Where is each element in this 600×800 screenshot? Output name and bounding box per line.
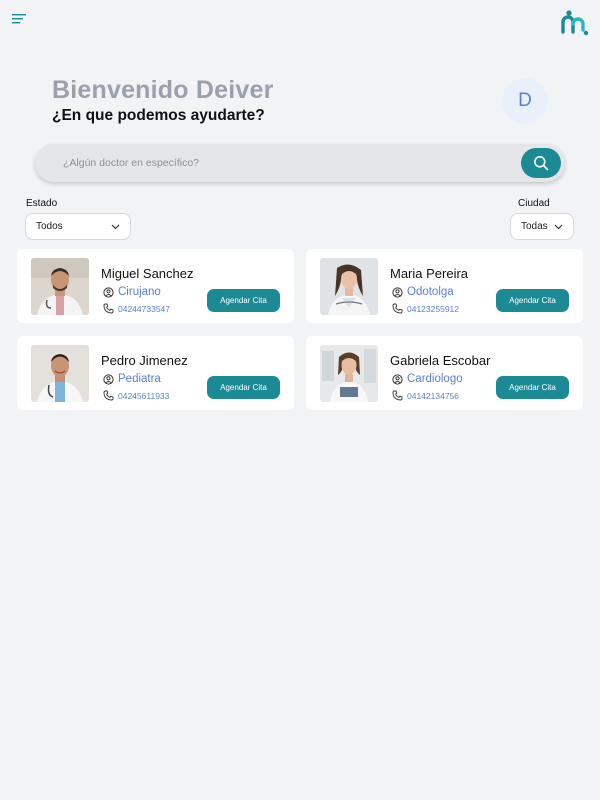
estado-value: Todos (36, 221, 63, 232)
phone-icon (392, 303, 403, 314)
phone-row: 04244733547 (103, 303, 170, 314)
doctor-phone: 04244733547 (118, 303, 171, 314)
doctor-phone: 04142134756 (407, 390, 460, 401)
doctor-specialty: Pediatra (118, 373, 161, 385)
ciudad-value: Todas (521, 221, 548, 232)
agendar-cita-button[interactable]: Agendar Cita (207, 376, 280, 399)
doctor-card[interactable]: Pedro Jimenez Pediatra 04245611933 Agend… (17, 336, 294, 410)
user-circle-icon (392, 373, 403, 385)
doctor-photo (31, 258, 89, 315)
ciudad-label: Ciudad (518, 198, 550, 209)
search-input[interactable] (35, 144, 565, 182)
specialty-row: Cirujano (103, 286, 161, 298)
doctor-photo (320, 345, 378, 402)
welcome-title: Bienvenido Deiver (52, 76, 274, 104)
chevron-down-icon (111, 224, 120, 229)
ciudad-select[interactable]: Todas (510, 213, 574, 240)
estado-label: Estado (26, 198, 58, 209)
phone-row: 04123255912 (392, 303, 459, 314)
phone-icon (392, 390, 403, 401)
welcome-subtitle: ¿En que podemos ayudarte? (52, 107, 265, 124)
hamburger-menu-icon[interactable] (12, 12, 30, 28)
phone-icon (103, 390, 114, 401)
user-circle-icon (103, 286, 114, 298)
welcome-block: Bienvenido Deiver ¿En que podemos ayudar… (52, 76, 274, 125)
doctor-phone: 04245611933 (118, 390, 170, 401)
doctor-card[interactable]: Gabriela Escobar Cardiologo 04142134756 … (306, 336, 583, 410)
doctor-card[interactable]: Maria Pereira Odotolga 04123255912 Agend… (306, 249, 583, 323)
phone-row: 04142134756 (392, 390, 459, 401)
search-button[interactable] (521, 148, 561, 178)
specialty-row: Cardiologo (392, 373, 463, 385)
home-screen: Bienvenido Deiver ¿En que podemos ayudar… (0, 0, 600, 800)
doctor-name: Miguel Sanchez (101, 266, 194, 281)
search-bar (35, 144, 565, 182)
doctor-name: Maria Pereira (390, 266, 469, 281)
agendar-cita-button[interactable]: Agendar Cita (496, 376, 569, 399)
avatar[interactable]: D (502, 78, 548, 124)
phone-icon (103, 303, 114, 314)
avatar-initial: D (518, 90, 532, 111)
phone-row: 04245611933 (103, 390, 169, 401)
agendar-cita-button[interactable]: Agendar Cita (207, 289, 280, 312)
doctor-specialty: Cardiologo (407, 373, 463, 385)
agendar-cita-button[interactable]: Agendar Cita (496, 289, 569, 312)
search-icon (534, 156, 549, 171)
user-circle-icon (103, 373, 114, 385)
doctor-phone: 04123255912 (407, 303, 460, 314)
doctor-name: Pedro Jimenez (101, 353, 188, 368)
doctor-name: Gabriela Escobar (390, 353, 491, 368)
doctor-photo (320, 258, 378, 315)
estado-select[interactable]: Todos (25, 213, 131, 240)
user-circle-icon (392, 286, 403, 298)
doctor-photo (31, 345, 89, 402)
app-logo-icon (560, 8, 590, 36)
specialty-row: Odotolga (392, 286, 454, 298)
doctor-card[interactable]: Miguel Sanchez Cirujano 04244733547 Agen… (17, 249, 294, 323)
doctor-specialty: Odotolga (407, 286, 454, 298)
specialty-row: Pediatra (103, 373, 161, 385)
chevron-down-icon (554, 224, 563, 229)
doctor-specialty: Cirujano (118, 286, 161, 298)
